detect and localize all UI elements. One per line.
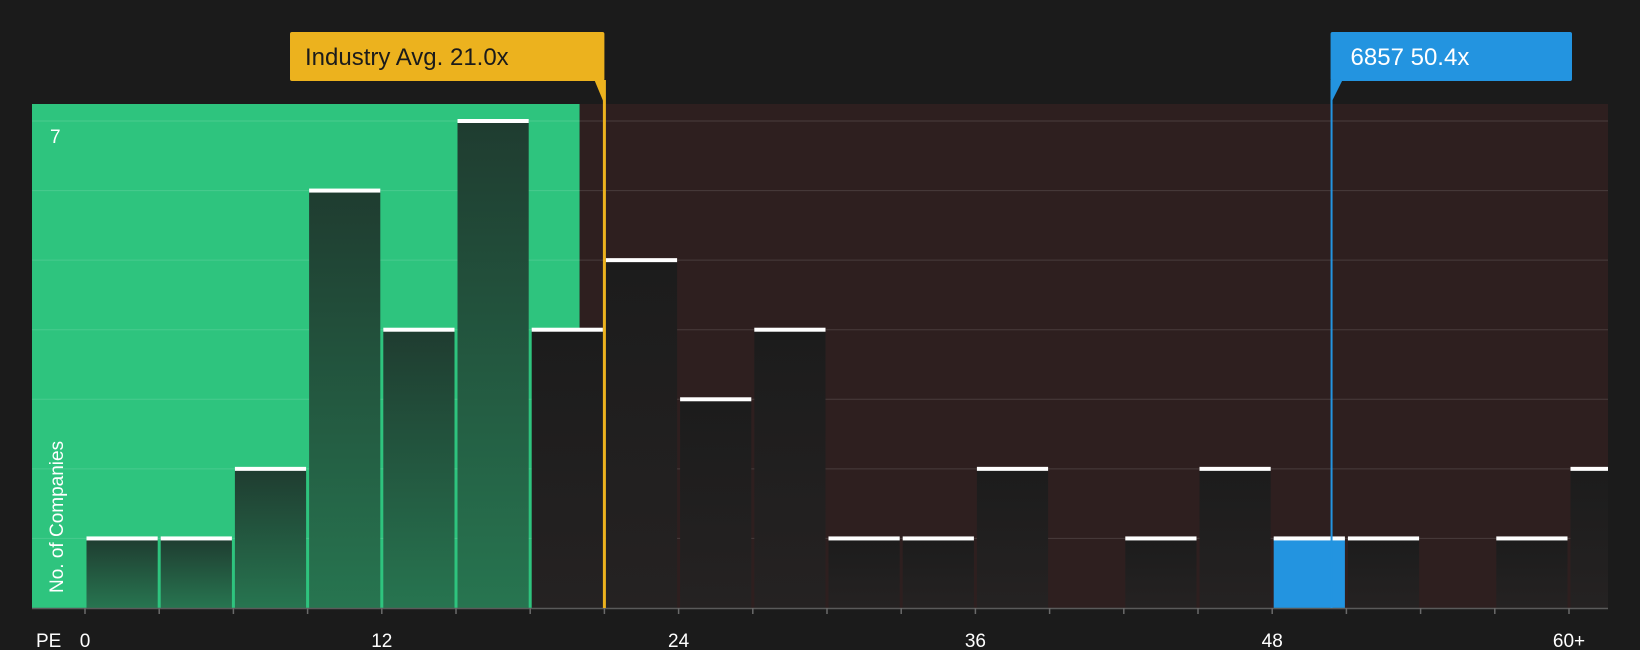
bar-3 [160,538,232,608]
bar-18 [531,329,603,608]
x-tick-label-48: 48 [1262,631,1283,650]
y-axis-label: No. of Companies [47,441,68,593]
x-axis-label: PE [36,631,61,650]
x-tick-label-12: 12 [371,631,392,650]
bar-12 [383,329,455,608]
bar-15 [457,121,529,608]
bar-6 [234,468,307,608]
bar-36 [976,468,1049,608]
bar-cap-3 [160,536,232,541]
bar-21 [605,260,678,608]
bar-30 [828,538,900,608]
chart-svg: 0 12 24 36 48 60+ PE No. of Companies 7 Industry … [32,32,1608,650]
bar-cap-48 [1273,536,1345,541]
bar-cap-51 [1347,536,1420,541]
bar-cap-36 [976,466,1049,471]
bar-45 [1199,468,1271,608]
bar-cap-15 [457,119,529,123]
industry-avg-label: Industry Avg. 21.0x [305,44,509,71]
bar-33 [902,538,974,608]
bar-60 [1570,468,1608,608]
bar-51 [1347,538,1420,608]
bar-24 [680,399,752,608]
bar-cap-0 [86,536,158,541]
bar-cap-9 [309,188,381,193]
bar-42 [1125,538,1197,608]
bar-48 [1273,538,1345,608]
y-max-label: 7 [50,127,61,148]
bar-cap-21 [605,258,678,263]
pe-distribution-chart: 0 12 24 36 48 60+ PE No. of Companies 7 Industry … [0,0,1640,650]
bar-cap-45 [1199,466,1271,471]
bar-cap-6 [234,466,307,471]
bar-9 [309,190,381,609]
company-pe-label: 6857 50.4x [1351,44,1470,71]
bar-cap-33 [902,536,974,541]
bar-0 [86,538,158,608]
bar-cap-30 [828,536,900,541]
x-tick-label-60: 60+ [1553,631,1585,650]
bar-cap-42 [1125,536,1197,541]
bar-27 [754,329,826,608]
x-tick-label-24: 24 [668,631,690,650]
bar-cap-60 [1570,466,1608,471]
x-tick-label-0: 0 [80,631,91,650]
bar-cap-27 [754,327,826,332]
bar-57 [1496,538,1568,608]
bar-cap-24 [680,397,752,402]
bar-cap-57 [1496,536,1568,541]
bar-cap-12 [383,327,455,332]
x-tick-label-36: 36 [965,631,986,650]
bar-cap-18 [531,327,603,332]
